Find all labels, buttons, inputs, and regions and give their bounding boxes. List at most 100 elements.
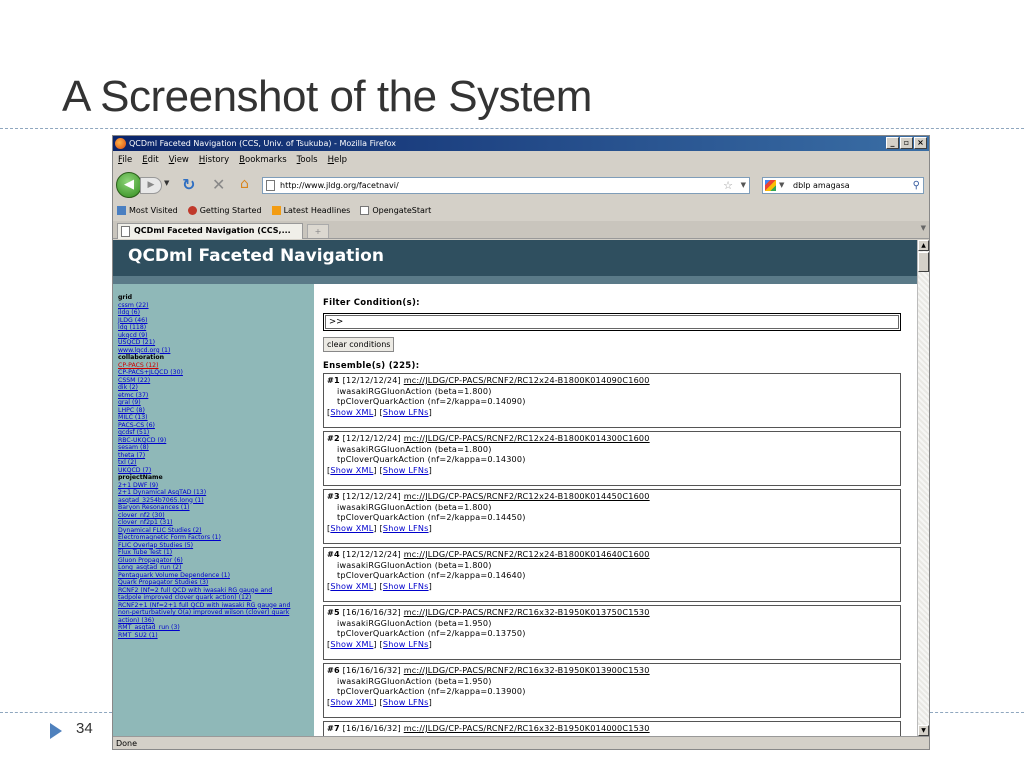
facet-link[interactable]: etmc (37) [118,392,314,400]
show-xml-link[interactable]: Show XML [330,639,373,649]
menu-tools[interactable]: Tools [297,152,318,168]
facet-link[interactable]: ukqcd (9) [118,332,314,340]
facet-link[interactable]: 2+1 DWF (9) [118,482,314,490]
url-bar[interactable]: http://www.jldg.org/facetnavi/ ☆ ▼ [262,177,750,194]
menu-file[interactable]: File [118,152,132,168]
star-icon[interactable]: ☆ [723,178,733,193]
menu-history[interactable]: History [199,152,229,168]
facet-link[interactable]: tadpole improved clover quark action) (1… [118,594,314,602]
ensemble-uri-link[interactable]: mc://JLDG/CP-PACS/RCNF2/RC16x32-B1950K01… [404,723,650,733]
menu-help[interactable]: Help [328,152,347,168]
new-tab-button[interactable]: + [307,224,329,238]
tab-qcdml[interactable]: QCDml Faceted Navigation (CCS,... [117,223,303,239]
stop-icon[interactable]: ✕ [212,175,225,194]
facet-link[interactable]: www.lqcd.org (1) [118,347,314,355]
facet-link[interactable]: Gluon Propagator (6) [118,557,314,565]
show-xml-link[interactable]: Show XML [330,465,373,475]
minimize-button[interactable]: _ [886,137,899,149]
facet-link[interactable]: gral (9) [118,399,314,407]
facet-link[interactable]: UKQCD (7) [118,467,314,475]
facet-link[interactable]: dik (2) [118,384,314,392]
facet-link[interactable]: txl (2) [118,459,314,467]
forward-icon[interactable]: ▶ [140,177,162,194]
show-lfns-link[interactable]: Show LFNs [383,581,429,591]
bookmark-getting-started[interactable]: Getting Started [187,203,262,218]
search-input[interactable]: ▼ dblp amagasa ⚲ [762,177,924,194]
facet-link[interactable]: Baryon Resonances (1) [118,504,314,512]
ensemble-uri-link[interactable]: mc://JLDG/CP-PACS/RCNF2/RC12x24-B1800K01… [404,491,650,501]
facet-link[interactable]: clover_nf2p1 (31) [118,519,314,527]
url-dropdown-icon[interactable]: ▼ [741,178,746,193]
facet-link[interactable]: USQCD (21) [118,339,314,347]
show-lfns-link[interactable]: Show LFNs [383,639,429,649]
show-lfns-link[interactable]: Show LFNs [383,697,429,707]
clear-conditions-button[interactable]: clear conditions [323,337,395,352]
menu-bookmarks[interactable]: Bookmarks [239,152,287,168]
close-button[interactable]: × [914,137,927,149]
facet-link[interactable]: qcdsf (51) [118,429,314,437]
facet-link[interactable]: theta (7) [118,452,314,460]
bookmark-most-visited[interactable]: Most Visited [117,203,178,218]
facet-link[interactable]: Long_asqtad_run (2) [118,564,314,572]
facet-link[interactable]: non-perturbatively O(a) improved wilson … [118,609,314,617]
facet-link[interactable]: RCNF2 (Nf=2 full QCD with iwasaki RG gau… [118,587,314,595]
facet-link[interactable]: CP-PACS (12) [118,362,314,370]
show-xml-link[interactable]: Show XML [330,523,373,533]
show-xml-link[interactable]: Show XML [330,581,373,591]
facet-link[interactable]: Dynamical FLIC Studies (2) [118,527,314,535]
facet-link[interactable]: Electromagnetic Form Factors (1) [118,534,314,542]
facet-link[interactable]: MILC (13) [118,414,314,422]
reload-icon[interactable]: ↻ [182,175,195,194]
facet-link[interactable]: RMT_asqtad_run (3) [118,624,314,632]
scroll-up-icon[interactable]: ▲ [918,240,929,251]
vertical-scrollbar[interactable]: ▲ ▼ [917,240,929,736]
ensemble-uri-link[interactable]: mc://JLDG/CP-PACS/RCNF2/RC16x32-B1950K01… [404,607,650,617]
scroll-thumb[interactable] [918,252,929,272]
facet-link[interactable]: sesam (8) [118,444,314,452]
firefox-icon [115,138,126,149]
bookmark-latest-headlines[interactable]: Latest Headlines [271,203,350,218]
facet-link[interactable]: asqtad_3254b7065.long (1) [118,497,314,505]
ensemble-uri-link[interactable]: mc://JLDG/CP-PACS/RCNF2/RC12x24-B1800K01… [404,433,650,443]
ensemble-uri-link[interactable]: mc://JLDG/CP-PACS/RCNF2/RC12x24-B1800K01… [404,549,650,559]
ensemble-uri-link[interactable]: mc://JLDG/CP-PACS/RCNF2/RC16x32-B1950K01… [404,665,650,675]
facet-link[interactable]: ildg (6) [118,309,314,317]
page-content: QCDml Faceted Navigation grid cssm (22) il… [113,240,917,736]
facet-link[interactable]: RBC-UKQCD (9) [118,437,314,445]
search-engine-dropdown-icon[interactable]: ▼ [779,178,784,193]
facet-link[interactable]: RMT_SU2 (1) [118,632,314,640]
tab-list-dropdown-icon[interactable]: ▼ [921,224,926,232]
show-lfns-link[interactable]: Show LFNs [383,465,429,475]
facet-link[interactable]: CP-PACS+JLQCD (30) [118,369,314,377]
ensemble-gauge-action: iwasakiRGGluonAction (beta=1.800) [337,443,492,454]
facet-link[interactable]: Quark Propagator Studies (3) [118,579,314,587]
facet-link[interactable]: cssm (22) [118,302,314,310]
back-icon[interactable]: ◀ [116,172,142,198]
maximize-button[interactable]: ▫ [900,137,913,149]
facet-link[interactable]: clover_nf2 (30) [118,512,314,520]
magnifier-icon[interactable]: ⚲ [913,178,920,193]
show-lfns-link[interactable]: Show LFNs [383,407,429,417]
menu-edit[interactable]: Edit [142,152,158,168]
menu-view[interactable]: View [169,152,189,168]
bookmark-opengatestart[interactable]: OpengateStart [360,203,431,218]
show-lfns-link[interactable]: Show LFNs [383,523,429,533]
facet-link[interactable]: JLDG (46) [118,317,314,325]
facet-link[interactable]: Pentaquark Volume Dependence (1) [118,572,314,580]
home-icon[interactable]: ⌂ [240,176,249,192]
facet-link[interactable]: action) (36) [118,617,314,625]
scroll-down-icon[interactable]: ▼ [918,725,929,736]
facet-link[interactable]: LHPC (8) [118,407,314,415]
filter-condition-field[interactable]: >> [323,313,901,331]
show-xml-link[interactable]: Show XML [330,407,373,417]
facet-link[interactable]: Flux Tube Test (1) [118,549,314,557]
facet-link[interactable]: 2+1 Dynamical AsqTAD (13) [118,489,314,497]
history-dropdown-icon[interactable]: ▼ [164,179,169,187]
facet-link[interactable]: FLIC Overlap Studies (5) [118,542,314,550]
facet-link[interactable]: RCNF2+1 (Nf=2+1 full QCD with iwasaki RG… [118,602,314,610]
show-xml-link[interactable]: Show XML [330,697,373,707]
facet-link[interactable]: CSSM (22) [118,377,314,385]
facet-link[interactable]: ldg (118) [118,324,314,332]
facet-link[interactable]: PACS-CS (6) [118,422,314,430]
ensemble-uri-link[interactable]: mc://JLDG/CP-PACS/RCNF2/RC12x24-B1800K01… [404,375,650,385]
